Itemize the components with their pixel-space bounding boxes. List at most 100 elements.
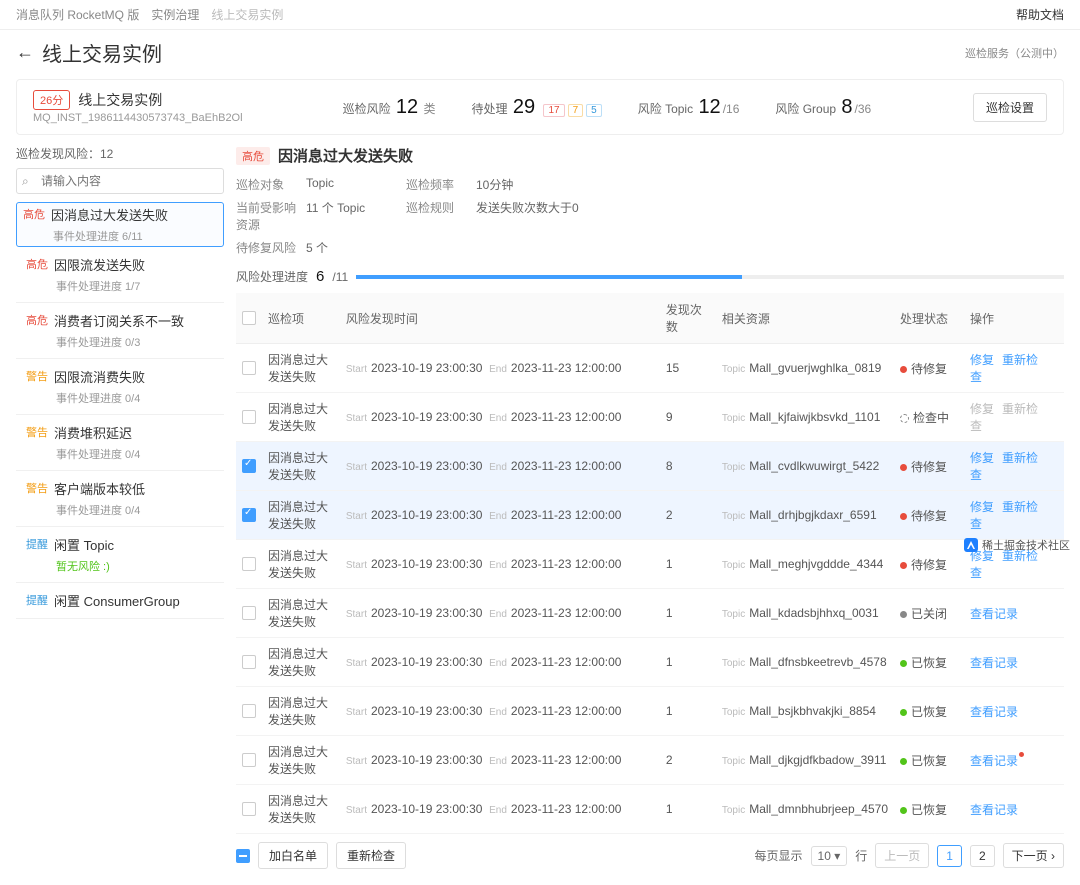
action-fix[interactable]: 修复: [970, 500, 994, 514]
crumb-b[interactable]: 实例治理: [151, 6, 199, 23]
row-checkbox[interactable]: [242, 802, 256, 816]
back-arrow-icon[interactable]: ←: [16, 42, 34, 63]
cell-actions: 修复重新检查: [964, 491, 1064, 540]
action-log[interactable]: 查看记录: [970, 656, 1018, 670]
level-badge: 提醒: [26, 535, 48, 552]
cell-item: 因消息过大发送失败: [262, 638, 340, 687]
card-sub: 事件处理进度 0/4: [56, 446, 214, 462]
card-title: 因消息过大发送失败: [51, 205, 168, 224]
row-checkbox[interactable]: [242, 606, 256, 620]
cell-count: 9: [660, 393, 716, 442]
page-1[interactable]: 1: [937, 845, 962, 867]
checkbox-all[interactable]: [242, 311, 256, 325]
pagesize-select[interactable]: 10 ▾: [811, 846, 848, 866]
score-badge: 26分: [33, 90, 70, 110]
cell-resource: TopicMall_bsjkbhvakjki_8854: [716, 687, 894, 736]
row-checkbox[interactable]: [242, 361, 256, 375]
cell-item: 因消息过大发送失败: [262, 491, 340, 540]
page-2[interactable]: 2: [970, 845, 995, 867]
action-log[interactable]: 查看记录: [970, 705, 1018, 719]
crumb-c: 线上交易实例: [211, 6, 283, 23]
card-title: 闲置 ConsumerGroup: [54, 591, 180, 610]
detail-panel: 高危 因消息过大发送失败 巡检对象Topic巡检频率10分钟 当前受影响资源11…: [236, 145, 1064, 877]
service-tag: 巡检服务（公测中）: [965, 45, 1064, 61]
cell-time: Start2023-10-19 23:00:30 End2023-11-23 1…: [340, 785, 660, 834]
help-link[interactable]: 帮助文档: [1016, 6, 1064, 23]
cell-actions: 修复重新检查: [964, 393, 1064, 442]
cell-time: Start2023-10-19 23:00:30 End2023-11-23 1…: [340, 540, 660, 589]
pagination: 每页显示 10 ▾ 行 上一页 1 2 下一页 ›: [755, 843, 1065, 868]
action-fix[interactable]: 修复: [970, 451, 994, 465]
card-sub: 事件处理进度 0/4: [56, 390, 214, 406]
crumb-a[interactable]: 消息队列 RocketMQ 版: [16, 6, 139, 23]
prev-page[interactable]: 上一页: [875, 843, 929, 868]
cell-resource: TopicMall_meghjvgddde_4344: [716, 540, 894, 589]
sidebar-item[interactable]: 警告消费堆积延迟事件处理进度 0/4: [16, 415, 224, 471]
sidebar-item[interactable]: 高危因限流发送失败事件处理进度 1/7: [16, 247, 224, 303]
cell-resource: TopicMall_cvdlkwuwirgt_5422: [716, 442, 894, 491]
table-row: 因消息过大发送失败 Start2023-10-19 23:00:30 End20…: [236, 442, 1064, 491]
table-row: 因消息过大发送失败 Start2023-10-19 23:00:30 End20…: [236, 687, 1064, 736]
stat-group: 风险 Group 8/36: [775, 96, 871, 119]
cell-resource: TopicMall_gvuerjwghlka_0819: [716, 344, 894, 393]
cell-resource: TopicMall_dmnbhubrjeep_4570: [716, 785, 894, 834]
table-row: 因消息过大发送失败 Start2023-10-19 23:00:30 End20…: [236, 393, 1064, 442]
table-row: 因消息过大发送失败 Start2023-10-19 23:00:30 End20…: [236, 638, 1064, 687]
card-title: 客户端版本较低: [54, 479, 145, 498]
cell-actions: 查看记录: [964, 638, 1064, 687]
row-checkbox[interactable]: [242, 410, 256, 424]
stat-risk: 巡检风险 12 类: [343, 96, 436, 119]
sidebar-item[interactable]: 提醒闲置 Topic暂无风险 :): [16, 527, 224, 583]
cell-count: 2: [660, 736, 716, 785]
whitelist-button[interactable]: 加白名单: [258, 842, 328, 869]
cell-actions: 查看记录: [964, 736, 1064, 785]
cell-time: Start2023-10-19 23:00:30 End2023-11-23 1…: [340, 589, 660, 638]
row-checkbox[interactable]: [242, 655, 256, 669]
row-checkbox[interactable]: [242, 753, 256, 767]
next-page[interactable]: 下一页 ›: [1003, 843, 1064, 868]
row-checkbox[interactable]: [242, 704, 256, 718]
cell-count: 1: [660, 540, 716, 589]
cell-status: 待修复: [894, 491, 964, 540]
row-checkbox[interactable]: [242, 508, 256, 522]
breadcrumb: 消息队列 RocketMQ 版 实例治理 线上交易实例 帮助文档: [0, 0, 1080, 30]
table-row: 因消息过大发送失败 Start2023-10-19 23:00:30 End20…: [236, 344, 1064, 393]
action-log[interactable]: 查看记录: [970, 754, 1024, 768]
cell-status: 待修复: [894, 540, 964, 589]
cell-item: 因消息过大发送失败: [262, 344, 340, 393]
progress-row: 风险处理进度 6/11: [236, 268, 1064, 285]
cell-time: Start2023-10-19 23:00:30 End2023-11-23 1…: [340, 687, 660, 736]
card-title: 因限流发送失败: [54, 255, 145, 274]
cell-status: 已关闭: [894, 589, 964, 638]
action-log[interactable]: 查看记录: [970, 803, 1018, 817]
cell-item: 因消息过大发送失败: [262, 589, 340, 638]
cell-actions: 查看记录: [964, 687, 1064, 736]
recheck-button[interactable]: 重新检查: [336, 842, 406, 869]
sidebar-item[interactable]: 警告因限流消费失败事件处理进度 0/4: [16, 359, 224, 415]
sidebar-item[interactable]: 警告客户端版本较低事件处理进度 0/4: [16, 471, 224, 527]
cell-time: Start2023-10-19 23:00:30 End2023-11-23 1…: [340, 442, 660, 491]
action-fix: 修复: [970, 402, 994, 416]
cell-status: 已恢复: [894, 638, 964, 687]
action-fix[interactable]: 修复: [970, 353, 994, 367]
instance-name: 线上交易实例: [78, 90, 162, 110]
no-risk-text: 暂无风险 :): [56, 558, 214, 574]
action-log[interactable]: 查看记录: [970, 607, 1018, 621]
severity-badge: 高危: [236, 147, 270, 165]
sidebar: 巡检发现风险：12 ⌕ 高危因消息过大发送失败事件处理进度 6/11高危因限流发…: [16, 145, 224, 877]
row-checkbox[interactable]: [242, 459, 256, 473]
stats: 巡检风险 12 类 待处理 29 1775 风险 Topic 12/16 风险 …: [343, 96, 872, 119]
cell-resource: TopicMall_kdadsbjhhxq_0031: [716, 589, 894, 638]
checkbox-footer[interactable]: [236, 849, 250, 863]
cell-count: 8: [660, 442, 716, 491]
sidebar-item[interactable]: 提醒闲置 ConsumerGroup: [16, 583, 224, 619]
level-badge: 高危: [26, 255, 48, 272]
settings-button[interactable]: 巡检设置: [973, 93, 1047, 122]
risk-table: 巡检项风险发现时间 发现次数相关资源 处理状态操作 因消息过大发送失败 Star…: [236, 293, 1064, 834]
sidebar-item[interactable]: 高危因消息过大发送失败事件处理进度 6/11: [16, 202, 224, 247]
row-checkbox[interactable]: [242, 557, 256, 571]
sidebar-item[interactable]: 高危消费者订阅关系不一致事件处理进度 0/3: [16, 303, 224, 359]
cell-count: 2: [660, 491, 716, 540]
search-input[interactable]: [16, 168, 224, 194]
card-sub: 事件处理进度 0/3: [56, 334, 214, 350]
